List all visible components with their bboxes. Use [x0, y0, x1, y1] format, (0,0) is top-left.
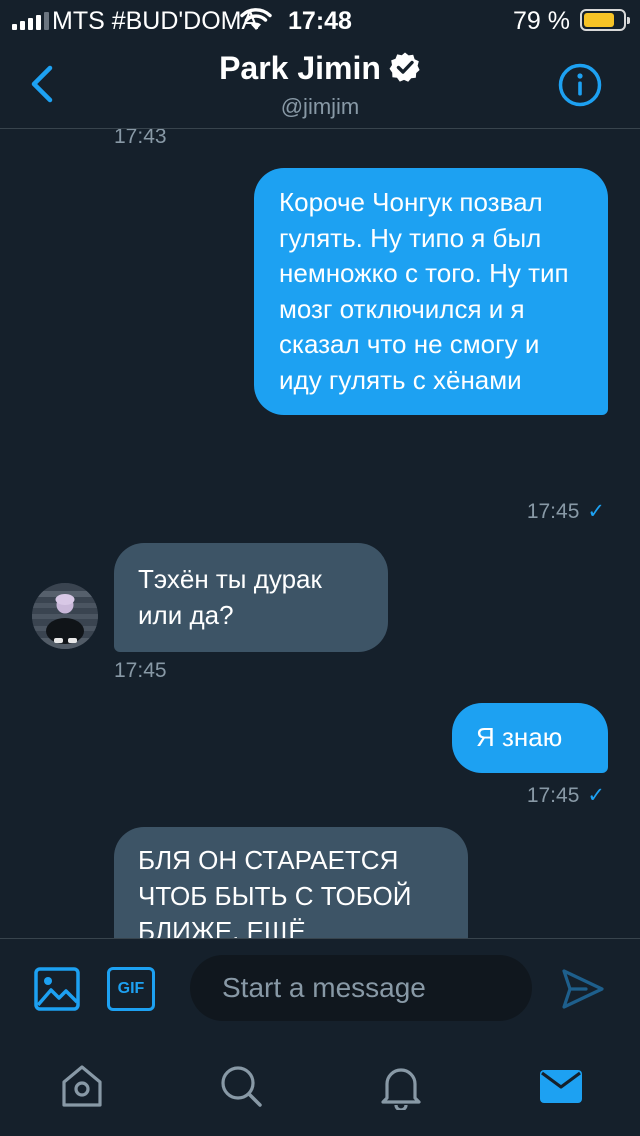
send-icon[interactable] [560, 967, 606, 1011]
image-icon[interactable] [34, 967, 80, 1011]
timestamp-text: 17:45 [526, 500, 580, 523]
avatar[interactable] [32, 583, 98, 649]
verified-badge-icon [389, 52, 420, 82]
message-list[interactable]: 17:43 Короче Чонгук позвал гулять. Ну ти… [0, 129, 640, 938]
received-message-bubble[interactable]: БЛЯ ОН СТАРАЕТСЯ ЧТОБ БЫТЬ С ТОБОЙ БЛИЖЕ… [114, 827, 468, 938]
message-timestamp: 17:45 [114, 659, 167, 682]
message-timestamp: 17:45 ✓ [527, 499, 605, 524]
info-icon[interactable] [558, 63, 602, 107]
contact-handle: @jimjim [280, 94, 360, 119]
message-composer: GIF [0, 938, 640, 1039]
message-timestamp: 17:45 ✓ [527, 783, 605, 808]
message-timestamp: 17:43 [114, 129, 167, 148]
read-check-icon: ✓ [587, 500, 605, 523]
bottom-tab-bar [0, 1038, 640, 1136]
messages-envelope-icon[interactable] [537, 1062, 585, 1110]
gif-button[interactable]: GIF [107, 967, 155, 1011]
contact-name: Park Jimin [219, 50, 381, 86]
battery-icon [580, 9, 630, 31]
dm-conversation-screen: MTS #BUD'DOMA 17:48 79 % Park Jimin @jim… [0, 0, 640, 1136]
received-message-bubble[interactable]: Тэхён ты дурак или да? [114, 543, 388, 652]
timestamp-text: 17:45 [526, 784, 580, 807]
search-icon[interactable] [217, 1062, 265, 1110]
conversation-title[interactable]: Park Jimin [0, 50, 640, 87]
message-input[interactable] [190, 955, 532, 1021]
home-icon[interactable] [58, 1062, 106, 1110]
status-bar: MTS #BUD'DOMA 17:48 79 % [0, 0, 640, 40]
sent-message-bubble[interactable]: Я знаю [452, 703, 608, 773]
battery-level-fill [584, 13, 615, 27]
sent-message-bubble[interactable]: Короче Чонгук позвал гулять. Ну типо я б… [254, 168, 608, 415]
conversation-header: Park Jimin @jimjim [0, 40, 640, 129]
notifications-bell-icon[interactable] [377, 1062, 425, 1110]
avatar-photo [32, 583, 98, 649]
battery-percentage: 79 % [513, 7, 570, 35]
read-check-icon: ✓ [587, 784, 605, 807]
